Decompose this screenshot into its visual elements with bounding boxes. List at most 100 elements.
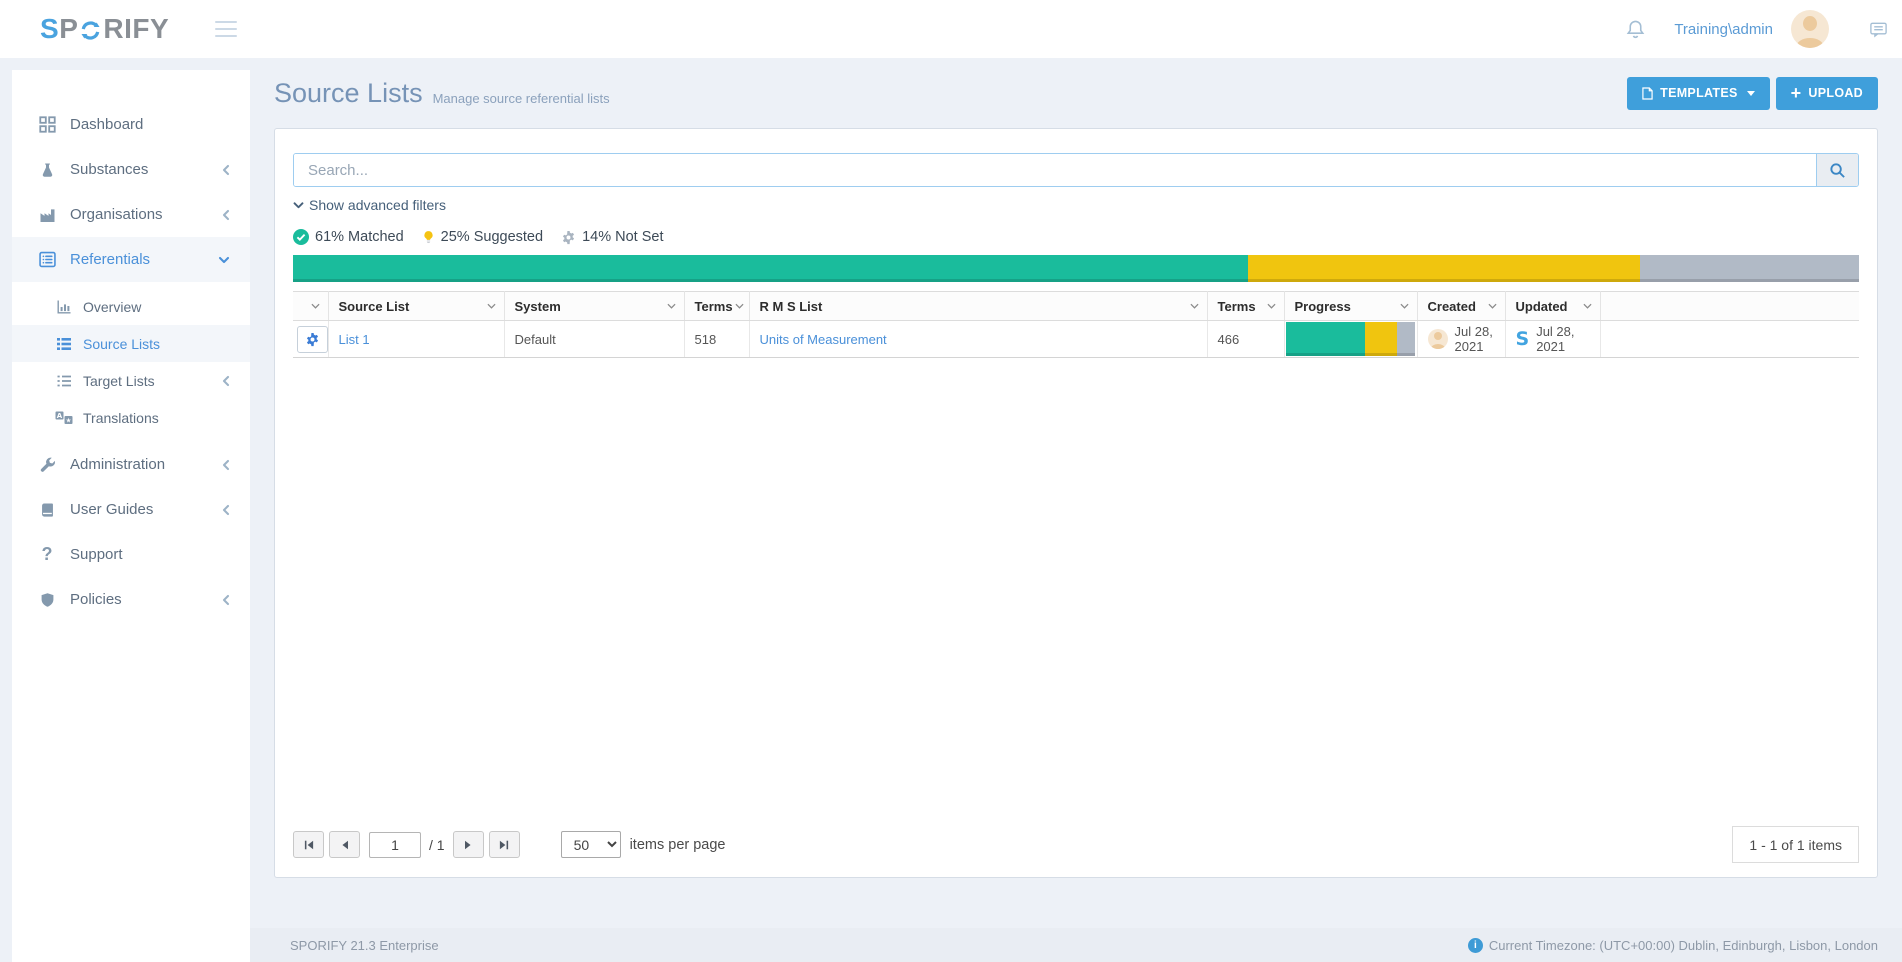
column-filler (1600, 292, 1859, 321)
source-lists-card: Show advanced filters 61% Matched 25% Su… (274, 128, 1878, 878)
sidebar-item-administration[interactable]: Administration (12, 442, 250, 487)
sidebar-item-translations[interactable]: A★ Translations (12, 399, 250, 436)
column-terms[interactable]: Terms (684, 292, 749, 321)
column-created[interactable]: Created (1417, 292, 1505, 321)
user-avatar[interactable] (1791, 10, 1829, 48)
previous-page-button[interactable] (329, 831, 360, 858)
svg-text:★: ★ (65, 416, 71, 424)
row-progress-bar (1286, 322, 1416, 356)
sidebar-item-overview[interactable]: Overview (12, 288, 250, 325)
rms-list-link[interactable]: Units of Measurement (760, 332, 887, 347)
caret-down-icon (1747, 91, 1755, 96)
flask-icon (36, 162, 58, 178)
last-page-button[interactable] (489, 831, 520, 858)
column-menu-icon[interactable] (1486, 301, 1499, 311)
gear-icon (561, 230, 576, 245)
sidebar-item-dashboard[interactable]: Dashboard (12, 102, 250, 147)
search-button[interactable] (1816, 154, 1858, 186)
show-advanced-filters-link[interactable]: Show advanced filters (293, 197, 446, 213)
sporify-s-icon (1516, 328, 1530, 350)
column-menu-icon[interactable] (1581, 301, 1594, 311)
footer: SPORIFY 21.3 Enterprise i Current Timezo… (250, 928, 1902, 962)
sidebar-item-substances[interactable]: Substances (12, 147, 250, 192)
page-count-label: / 1 (429, 837, 445, 853)
column-menu-icon[interactable] (485, 301, 498, 311)
cell-progress (1284, 321, 1417, 358)
user-menu[interactable]: Training\admin (1674, 21, 1773, 38)
wrench-icon (36, 456, 58, 473)
page-title: Source Lists (274, 78, 423, 109)
sidebar-label: Dashboard (70, 116, 143, 133)
page-number-input[interactable] (369, 832, 421, 858)
column-menu-icon[interactable] (1398, 301, 1411, 311)
sidebar-label: Overview (83, 299, 141, 315)
sidebar-item-source-lists[interactable]: Source Lists (12, 325, 250, 362)
legend-not-set: 14% Not Set (561, 229, 663, 245)
dashboard-grid-icon (36, 116, 58, 133)
question-mark-icon: ? (36, 544, 58, 565)
column-updated[interactable]: Updated (1505, 292, 1600, 321)
logo-letter-s: S (40, 13, 59, 45)
chevron-down-icon (293, 202, 304, 209)
main-content: Source Lists Manage source referential l… (274, 70, 1878, 878)
sidebar-item-target-lists[interactable]: Target Lists (12, 362, 250, 399)
bell-icon[interactable] (1625, 19, 1646, 40)
chevron-left-icon (222, 594, 230, 606)
chevron-down-icon (218, 256, 230, 264)
source-lists-table: Source List System Terms R M S List Term… (293, 291, 1859, 358)
search-input[interactable] (294, 154, 1816, 186)
chevron-left-icon (222, 459, 230, 471)
cell-rms-list: Units of Measurement (749, 321, 1207, 358)
next-page-button[interactable] (453, 831, 484, 858)
sidebar-label: Target Lists (83, 373, 155, 389)
column-menu-icon[interactable] (309, 301, 322, 311)
hamburger-menu-icon[interactable] (211, 12, 241, 46)
column-menu-icon[interactable] (665, 301, 678, 311)
column-menu-icon[interactable] (1265, 301, 1278, 311)
sidebar-item-referentials[interactable]: Referentials (12, 237, 250, 282)
column-menu-icon[interactable] (1188, 301, 1201, 311)
column-system[interactable]: System (504, 292, 684, 321)
upload-button[interactable]: UPLOAD (1776, 77, 1878, 110)
progress-segment-matched (1286, 322, 1365, 356)
cell-terms: 518 (684, 321, 749, 358)
page-header: Source Lists Manage source referential l… (274, 70, 1878, 116)
progress-segment-not-set (1397, 322, 1415, 356)
search-bar (293, 153, 1859, 187)
sidebar-label: Administration (70, 456, 165, 473)
pagination-bar: / 1 50 items per page 1 - 1 of 1 items (293, 826, 1859, 863)
lightbulb-icon (422, 229, 435, 245)
page-subtitle: Manage source referential lists (433, 81, 610, 106)
info-icon: i (1468, 938, 1483, 953)
sidebar-label: Policies (70, 591, 122, 608)
first-page-button[interactable] (293, 831, 324, 858)
sidebar-label: Referentials (70, 251, 150, 268)
creator-avatar (1428, 329, 1448, 349)
chat-icon[interactable] (1869, 20, 1888, 39)
progress-segment-suggested (1365, 322, 1398, 356)
overall-progress-bar (293, 255, 1859, 282)
column-menu-icon[interactable] (733, 301, 746, 311)
progress-legend: 61% Matched 25% Suggested 14% Not Set (293, 229, 1859, 245)
version-label: SPORIFY 21.3 Enterprise (290, 938, 439, 953)
column-rms-terms[interactable]: Terms (1207, 292, 1284, 321)
sidebar-item-organisations[interactable]: Organisations (12, 192, 250, 237)
legend-suggested: 25% Suggested (422, 229, 543, 245)
source-list-link[interactable]: List 1 (339, 332, 370, 347)
chevron-left-icon (222, 164, 230, 176)
column-rms-list[interactable]: R M S List (749, 292, 1207, 321)
sidebar-item-support[interactable]: ? Support (12, 532, 250, 577)
topbar-right: Training\admin (1625, 10, 1902, 48)
sidebar-item-user-guides[interactable]: User Guides (12, 487, 250, 532)
file-icon (1642, 87, 1653, 100)
cell-system: Default (504, 321, 684, 358)
templates-button[interactable]: TEMPLATES (1627, 77, 1769, 110)
sporify-logo[interactable]: SPRIFY (40, 13, 169, 45)
sidebar: Dashboard Substances Organisations Refer… (12, 70, 250, 962)
items-per-page-label: items per page (630, 837, 726, 853)
column-progress[interactable]: Progress (1284, 292, 1417, 321)
column-source-list[interactable]: Source List (328, 292, 504, 321)
row-settings-button[interactable] (297, 326, 328, 353)
sidebar-item-policies[interactable]: Policies (12, 577, 250, 622)
page-size-select[interactable]: 50 (561, 831, 621, 858)
